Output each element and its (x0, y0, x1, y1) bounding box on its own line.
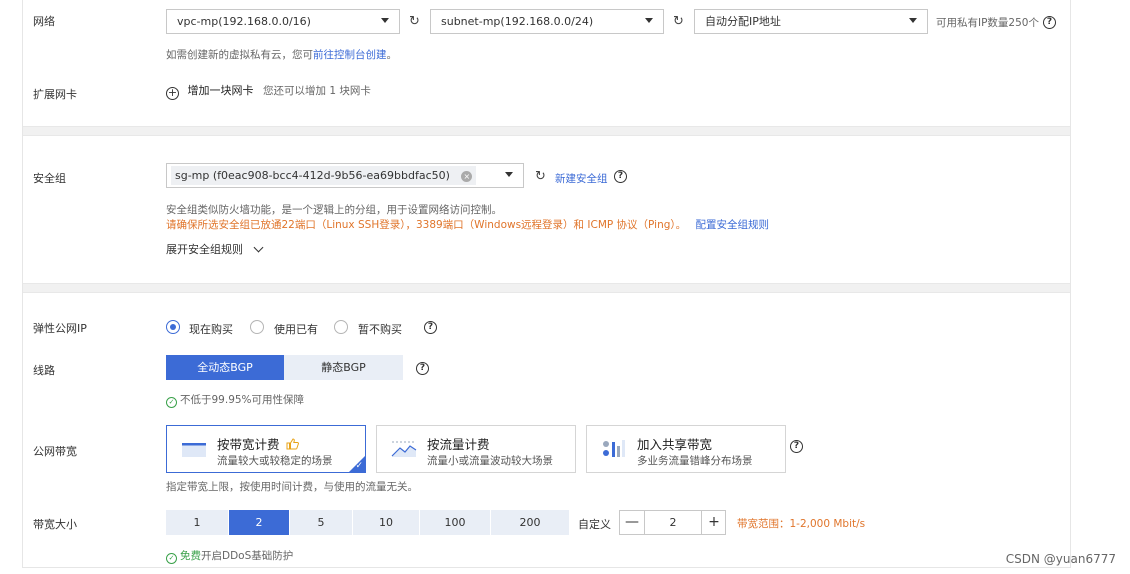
security-group-desc: 安全组类似防火墙功能，是一个逻辑上的分组，用于设置网络访问控制。 (166, 204, 502, 216)
vpc-select[interactable]: vpc-mp(192.168.0.0/16) (166, 9, 400, 34)
bandwidth-option-200[interactable]: 200 (491, 510, 569, 535)
eip-option-use-existing: 使用已有 (274, 323, 318, 336)
security-group-warning: 请确保所选安全组已放通22端口（Linux SSH登录），3389端口（Wind… (166, 217, 769, 232)
eip-option-buy-now: 现在购买 (189, 323, 233, 336)
refresh-vpc-icon[interactable]: ↻ (409, 15, 420, 28)
bandwidth-card-shared[interactable]: 加入共享带宽 多业务流量错峰分布场景 (586, 425, 786, 473)
network-hint-text: 如需创建新的虚拟私有云，您可 (166, 49, 313, 61)
config-panel: 网络 vpc-mp(192.168.0.0/16) ↻ subnet-mp(19… (22, 0, 1071, 568)
line-option-dynamic-bgp[interactable]: 全动态BGP (166, 355, 284, 380)
chevron-down-icon (645, 18, 653, 23)
help-icon[interactable]: ? (1043, 16, 1056, 29)
card-title: 按带宽计费 (217, 434, 299, 453)
card-title: 加入共享带宽 (637, 437, 713, 452)
bandwidth-icon (182, 443, 206, 457)
card-title: 按流量计费 (427, 437, 490, 452)
help-icon[interactable]: ? (424, 321, 437, 334)
bandwidth-type-label: 公网带宽 (33, 445, 77, 458)
network-label: 网络 (33, 15, 55, 28)
help-icon[interactable]: ? (614, 170, 627, 183)
increment-button[interactable]: + (702, 511, 726, 534)
traffic-icon (391, 441, 417, 457)
bandwidth-size-label: 带宽大小 (33, 518, 77, 531)
security-group-warning-text: 请确保所选安全组已放通22端口（Linux SSH登录），3389端口（Wind… (166, 219, 687, 231)
bandwidth-value-input[interactable]: 2 (644, 511, 702, 534)
new-security-group-link[interactable]: 新建安全组 (555, 171, 608, 186)
card-subtitle: 多业务流量错峰分布场景 (637, 455, 753, 467)
ddos-note: ✓ 免费开启DDoS基础防护 (166, 548, 293, 564)
bandwidth-stepper: — 2 + (619, 510, 726, 535)
card-subtitle: 流量小或流量波动较大场景 (427, 455, 553, 467)
card-subtitle: 流量较大或较稳定的场景 (217, 455, 333, 467)
ddos-free-text: 免费 (180, 550, 201, 562)
chevron-down-icon (909, 18, 917, 23)
clear-icon[interactable]: × (461, 171, 473, 182)
thumbs-up-icon (286, 438, 299, 450)
eip-radio-not-now[interactable] (334, 320, 348, 334)
shared-bandwidth-icon (603, 440, 625, 457)
help-icon[interactable]: ? (790, 440, 803, 453)
chevron-down-icon (253, 242, 263, 253)
eip-radio-use-existing[interactable] (250, 320, 264, 334)
network-hint-suffix: 。 (386, 49, 398, 61)
eip-option-not-now: 暂不购买 (358, 323, 402, 336)
subnet-select-value: subnet-mp(192.168.0.0/24) (441, 15, 594, 28)
security-group-value: sg-mp (f0eac908-bcc4-412d-9b56-ea69bbdfa… (175, 169, 450, 182)
chevron-down-icon (505, 172, 513, 177)
availability-note: ✓ 不低于99.95%可用性保障 (166, 392, 304, 408)
bandwidth-option-2[interactable]: 2 (229, 510, 289, 535)
bandwidth-option-1[interactable]: 1 (166, 510, 228, 535)
config-rules-link[interactable]: 配置安全组规则 (695, 219, 769, 231)
bandwidth-option-100[interactable]: 100 (420, 510, 490, 535)
security-group-select[interactable]: sg-mp (f0eac908-bcc4-412d-9b56-ea69bbdfa… (166, 163, 524, 188)
section-divider (23, 126, 1070, 136)
chevron-down-icon (381, 18, 389, 23)
line-option-static-bgp[interactable]: 静态BGP (284, 355, 403, 380)
availability-text: 不低于99.95%可用性保障 (180, 394, 305, 406)
available-ip-text: 可用私有IP数量250个 (936, 17, 1039, 29)
line-label: 线路 (33, 364, 55, 377)
network-hint: 如需创建新的虚拟私有云，您可前往控制台创建。 (166, 47, 397, 62)
refresh-security-group-icon[interactable]: ↻ (535, 170, 546, 183)
plus-circle-icon: + (166, 86, 179, 100)
check-circle-icon: ✓ (166, 397, 177, 408)
watermark: CSDN @yuan6777 (1005, 552, 1116, 566)
add-nic-hint: 您还可以增加 1 块网卡 (263, 85, 371, 97)
decrement-button[interactable]: — (620, 511, 644, 534)
bandwidth-range: 带宽范围：1-2,000 Mbit/s (737, 518, 866, 530)
vpc-select-value: vpc-mp(192.168.0.0/16) (177, 15, 311, 28)
create-vpc-link[interactable]: 前往控制台创建 (313, 49, 387, 61)
add-nic-button[interactable]: + 增加一块网卡 您还可以增加 1 块网卡 (166, 82, 371, 100)
check-circle-icon: ✓ (166, 553, 177, 564)
bandwidth-option-5[interactable]: 5 (290, 510, 352, 535)
ddos-text: 开启DDoS基础防护 (201, 550, 294, 562)
eip-label: 弹性公网IP (33, 322, 87, 335)
help-icon[interactable]: ? (416, 362, 429, 375)
bandwidth-type-note: 指定带宽上限，按使用时间计费，与使用的流量无关。 (166, 481, 418, 493)
check-icon: ✓ (355, 461, 363, 471)
bandwidth-card-by-traffic[interactable]: 按流量计费 流量小或流量波动较大场景 (376, 425, 576, 473)
expand-rules-label: 展开安全组规则 (166, 243, 243, 256)
ip-mode-select[interactable]: 自动分配IP地址 (694, 9, 928, 34)
add-nic-label: 增加一块网卡 (187, 84, 254, 97)
section-divider (23, 283, 1070, 293)
security-group-label: 安全组 (33, 172, 66, 185)
expand-rules-toggle[interactable]: 展开安全组规则 (166, 241, 263, 257)
ip-mode-select-value: 自动分配IP地址 (705, 15, 781, 28)
refresh-subnet-icon[interactable]: ↻ (673, 15, 684, 28)
extend-nic-label: 扩展网卡 (33, 88, 77, 101)
card-title-text: 按带宽计费 (217, 437, 280, 452)
security-group-tag: sg-mp (f0eac908-bcc4-412d-9b56-ea69bbdfa… (171, 166, 477, 185)
eip-radio-buy-now[interactable] (166, 320, 180, 334)
custom-label: 自定义 (578, 518, 611, 531)
bandwidth-option-10[interactable]: 10 (353, 510, 419, 535)
subnet-select[interactable]: subnet-mp(192.168.0.0/24) (430, 9, 664, 34)
bandwidth-card-by-bandwidth[interactable]: 按带宽计费 流量较大或较稳定的场景 ✓ (166, 425, 366, 473)
